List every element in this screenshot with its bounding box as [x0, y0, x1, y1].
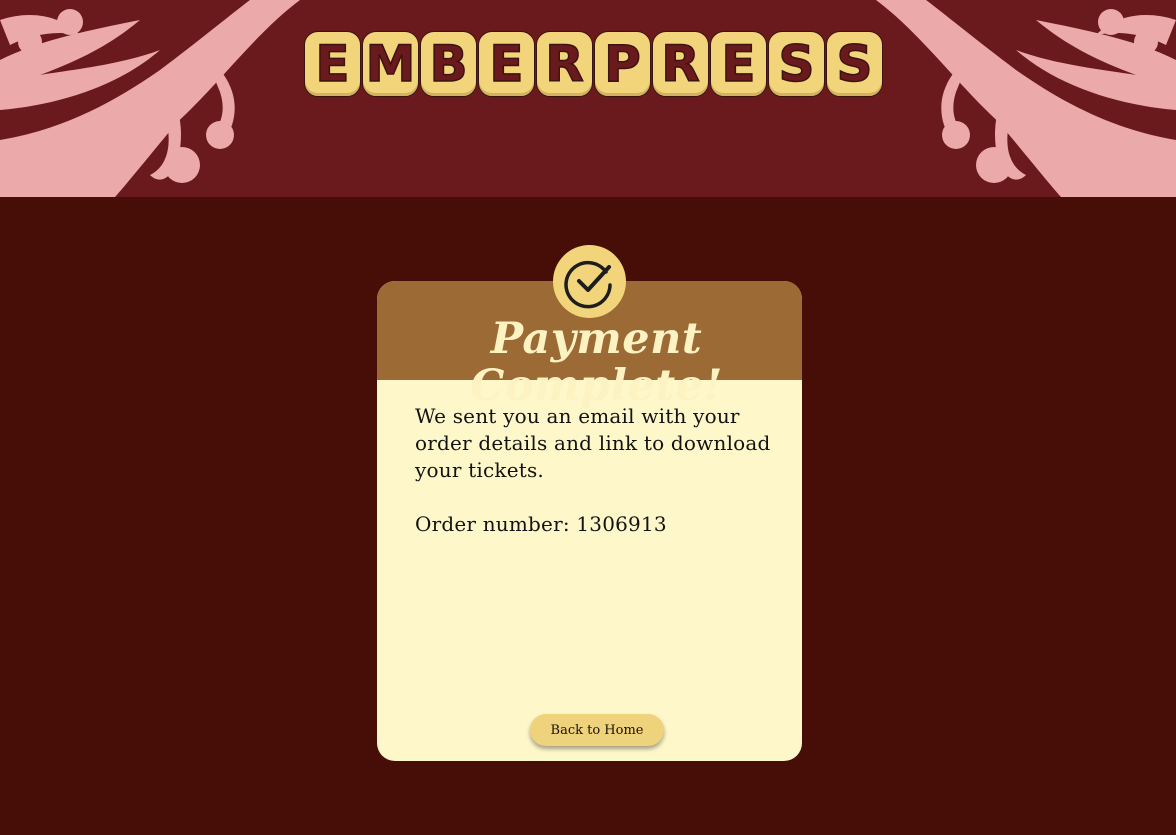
- logo-letter-tile: P: [594, 31, 651, 97]
- check-circle-icon-graphic: [563, 260, 612, 308]
- logo-letter-tile: S: [826, 31, 883, 97]
- logo-letter-tile: B: [420, 31, 477, 97]
- logo-letter-tile: E: [478, 31, 535, 97]
- confirmation-message: We sent you an email with your order det…: [415, 404, 771, 482]
- payment-confirmation-card: Payment Complete! We sent you an email w…: [377, 245, 802, 761]
- page-title: Payment Complete!: [470, 314, 723, 412]
- logo-letter-tile: S: [768, 31, 825, 97]
- logo-letter-tile: M: [362, 31, 419, 97]
- ornament-flourish-left: [0, 0, 300, 197]
- logo-letter-tile: R: [652, 31, 709, 97]
- order-number-label: Order number:: [415, 512, 570, 536]
- emberpress-logo[interactable]: E M B E R P R E S S: [304, 31, 883, 97]
- order-number-value: 1306913: [576, 512, 667, 536]
- logo-letter-tile: E: [304, 31, 361, 97]
- site-header: E M B E R P R E S S: [0, 0, 1176, 197]
- logo-letter-tile: E: [710, 31, 767, 97]
- ornament-flourish-right: [876, 0, 1176, 197]
- card-body: We sent you an email with your order det…: [415, 403, 775, 538]
- logo-letter-tile: R: [536, 31, 593, 97]
- page: E M B E R P R E S S Payment Complete! We…: [0, 0, 1176, 835]
- order-number-line: Order number: 1306913: [415, 511, 775, 538]
- back-to-home-button[interactable]: Back to Home: [530, 714, 664, 746]
- check-circle-icon: [553, 245, 626, 318]
